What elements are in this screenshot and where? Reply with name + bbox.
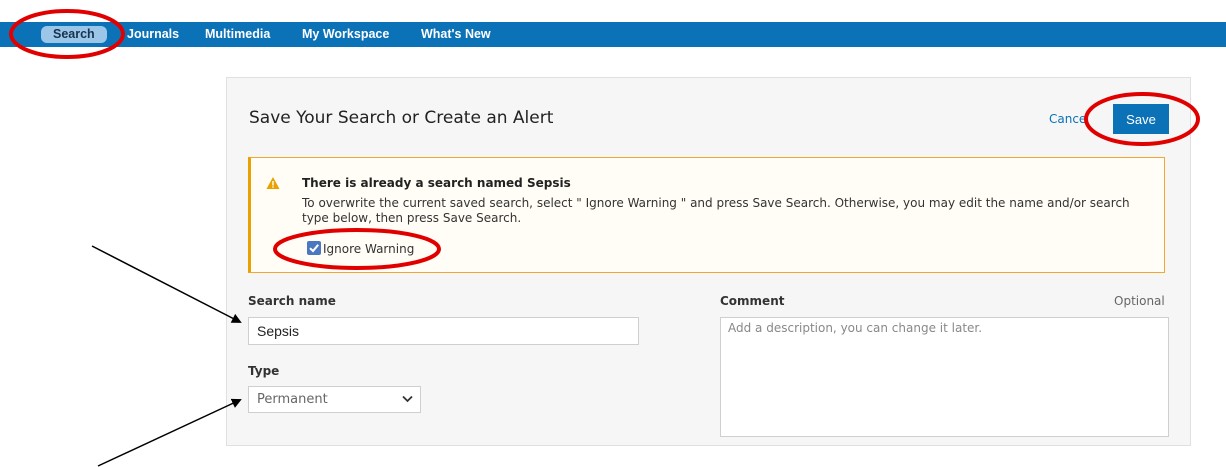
annotation-overlay: [9, 9, 1200, 467]
annotation-circle-save: [1084, 92, 1200, 146]
annotation-arrow-type: [97, 398, 242, 467]
annotation-circle-ignore-warning: [273, 228, 441, 270]
annotation-arrow-search-name: [91, 245, 242, 323]
annotation-circle-search: [9, 9, 125, 59]
